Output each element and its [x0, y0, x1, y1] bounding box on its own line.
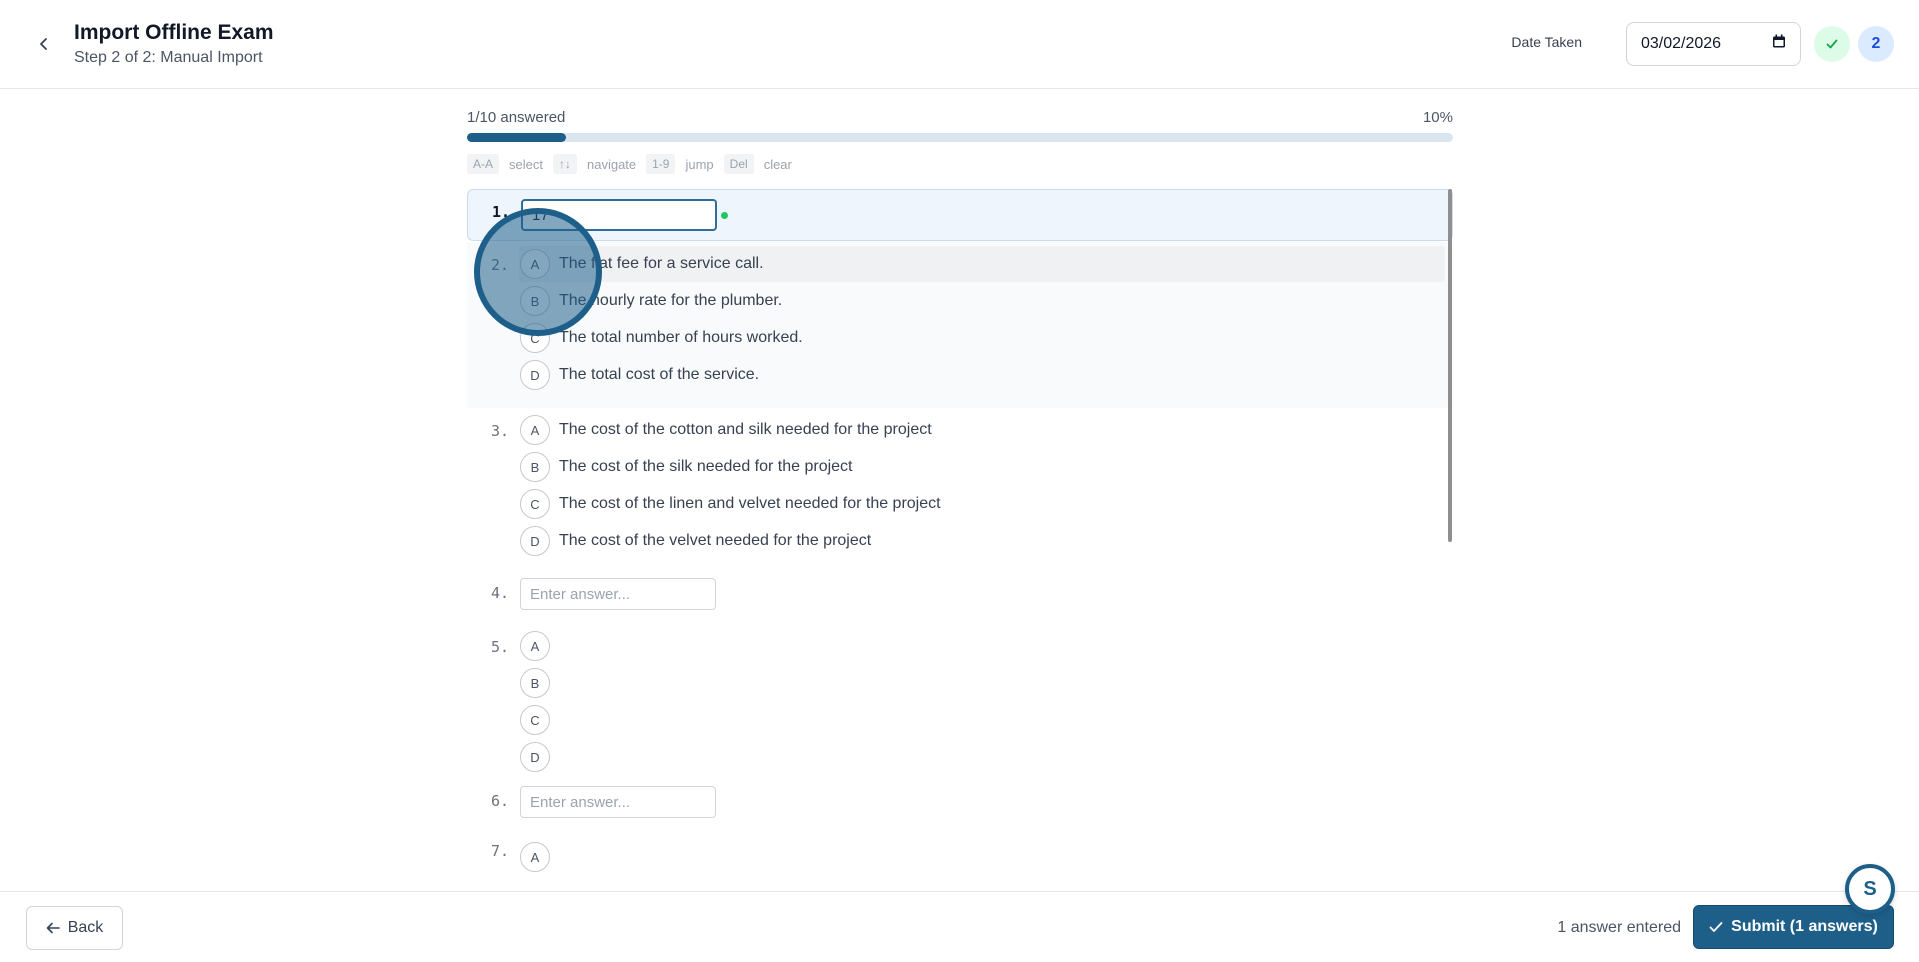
- option-text: The hourly rate for the plumber.: [559, 292, 783, 309]
- option-letter: D: [520, 360, 550, 390]
- hint-key-jump: 1-9: [646, 154, 676, 174]
- answer-input-1[interactable]: [521, 199, 717, 231]
- option-letter: C: [520, 489, 550, 519]
- answers-entered-text: 1 answer entered: [1557, 919, 1681, 936]
- date-taken-input[interactable]: 03/02/2026: [1626, 22, 1801, 66]
- progress-bar: [467, 133, 1453, 142]
- option-5b[interactable]: B: [520, 668, 559, 698]
- question-7: 7. A: [467, 836, 1453, 876]
- progress-bar-fill: [467, 133, 566, 142]
- question-4: 4.: [467, 574, 1453, 628]
- option-text: The cost of the silk needed for the proj…: [559, 458, 853, 475]
- hint-key-navigate: ↑↓: [552, 154, 577, 174]
- assistant-fab[interactable]: S: [1845, 864, 1895, 914]
- question-number: 1.: [492, 203, 511, 221]
- option-2c[interactable]: C The total number of hours worked.: [520, 323, 803, 353]
- count-badge: 2: [1858, 26, 1894, 62]
- option-letter: C: [520, 705, 550, 735]
- question-3: 3. A The cost of the cotton and silk nee…: [467, 408, 1453, 574]
- option-text: The cost of the cotton and silk needed f…: [559, 421, 932, 438]
- answer-input-6[interactable]: [520, 786, 716, 818]
- progress-row: 1/10 answered 10%: [467, 109, 1453, 126]
- question-number: 7.: [491, 842, 510, 860]
- back-chevron-icon[interactable]: [32, 32, 56, 56]
- page-header: Import Offline Exam Step 2 of 2: Manual …: [0, 0, 1919, 89]
- question-5: 5. A B C D: [467, 628, 1453, 782]
- option-7a[interactable]: A: [520, 842, 559, 872]
- option-2b[interactable]: B The hourly rate for the plumber.: [520, 286, 782, 316]
- submit-button-label: Submit (1 answers): [1731, 918, 1878, 935]
- option-3a[interactable]: A The cost of the cotton and silk needed…: [520, 415, 932, 445]
- question-list: 1. 2. A The flat fee for a service call.…: [467, 189, 1453, 876]
- scrollbar-thumb[interactable]: [1448, 189, 1452, 542]
- page-title: Import Offline Exam: [74, 21, 274, 44]
- check-icon: [1709, 921, 1723, 933]
- option-3b[interactable]: B The cost of the silk needed for the pr…: [520, 452, 853, 482]
- option-5a[interactable]: A: [520, 631, 559, 661]
- question-1: 1.: [467, 189, 1453, 241]
- date-value: 03/02/2026: [1641, 35, 1722, 52]
- question-number: 2.: [491, 256, 510, 274]
- option-letter: A: [520, 842, 550, 872]
- option-letter: B: [520, 286, 550, 316]
- arrow-left-icon: [46, 922, 60, 934]
- hint-word-navigate: navigate: [586, 156, 637, 172]
- keyboard-hints: A-A select ↑↓ navigate 1-9 jump Del clea…: [467, 154, 802, 174]
- back-button[interactable]: Back: [26, 906, 123, 950]
- back-button-label: Back: [67, 919, 104, 936]
- option-2a[interactable]: A The flat fee for a service call.: [520, 249, 764, 279]
- calendar-icon[interactable]: [1772, 34, 1786, 54]
- question-number: 4.: [491, 584, 510, 602]
- option-letter: B: [520, 668, 550, 698]
- option-5c[interactable]: C: [520, 705, 559, 735]
- option-text: The total cost of the service.: [559, 366, 760, 383]
- hint-word-jump: jump: [685, 156, 714, 172]
- option-text: The cost of the linen and velvet needed …: [559, 495, 941, 512]
- hint-key-select: A-A: [467, 154, 500, 174]
- question-number: 5.: [491, 638, 510, 656]
- hint-key-clear: Del: [723, 154, 754, 174]
- answered-count: 1/10 answered: [467, 109, 566, 126]
- option-text: The total number of hours worked.: [559, 329, 803, 346]
- question-6: 6.: [467, 782, 1453, 836]
- option-text: The flat fee for a service call.: [559, 255, 764, 272]
- option-letter: D: [520, 742, 550, 772]
- option-text: The cost of the velvet needed for the pr…: [559, 532, 872, 549]
- date-taken-label: Date Taken: [1511, 34, 1582, 50]
- option-letter: A: [520, 249, 550, 279]
- option-letter: A: [520, 631, 550, 661]
- hint-word-select: select: [509, 156, 543, 172]
- saved-indicator: [721, 212, 728, 219]
- option-3c[interactable]: C The cost of the linen and velvet neede…: [520, 489, 941, 519]
- option-letter: A: [520, 415, 550, 445]
- option-letter: B: [520, 452, 550, 482]
- answer-input-4[interactable]: [520, 578, 716, 610]
- question-number: 3.: [491, 422, 510, 440]
- hint-word-clear: clear: [763, 156, 792, 172]
- question-2: 2. A The flat fee for a service call. B …: [467, 242, 1453, 408]
- saved-status-check-icon: [1814, 26, 1850, 62]
- page-footer: Back 1 answer entered Submit (1 answers): [0, 891, 1919, 962]
- option-2d[interactable]: D The total cost of the service.: [520, 360, 759, 390]
- option-5d[interactable]: D: [520, 742, 559, 772]
- page-subtitle: Step 2 of 2: Manual Import: [74, 49, 263, 66]
- option-letter: C: [520, 323, 550, 353]
- option-3d[interactable]: D The cost of the velvet needed for the …: [520, 526, 871, 556]
- option-letter: D: [520, 526, 550, 556]
- answer-sheet: 1/10 answered 10% A-A select ↑↓ navigate…: [467, 89, 1453, 891]
- question-number: 6.: [491, 792, 510, 810]
- progress-percent: 10%: [1422, 109, 1453, 126]
